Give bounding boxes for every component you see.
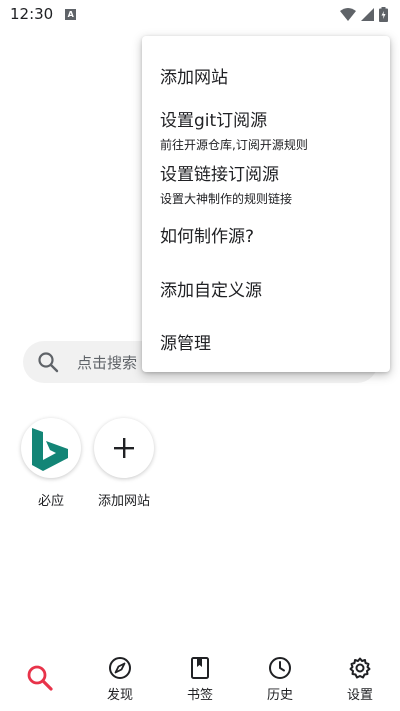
shortcut-label: 必应 (37, 494, 64, 509)
wifi-icon (340, 7, 356, 21)
menu-item-title: 设置链接订阅源 (160, 165, 279, 185)
nav-label: 历史 (266, 688, 293, 703)
menu-item-how-to-make-source[interactable]: 如何制作源? (160, 222, 380, 247)
shortcut-label: 添加网站 (97, 494, 150, 509)
a-icon: A (65, 8, 77, 20)
bookmark-icon (191, 657, 209, 679)
clock-icon (269, 657, 291, 679)
nav-label: 书签 (186, 688, 213, 703)
shortcut-add-website[interactable]: 添加网站 (93, 418, 155, 509)
menu-item-source-management[interactable]: 源管理 (160, 329, 380, 354)
popup-menu: 添加网站 设置git订阅源 前往开源仓库,订阅开源规则 设置链接订阅源 设置大神… (142, 36, 390, 372)
shortcut-circle (21, 418, 81, 478)
nav-item-history[interactable]: 历史 (240, 646, 320, 711)
status-icons (340, 6, 388, 22)
nav-label: 发现 (106, 688, 133, 703)
search-placeholder: 点击搜索 (77, 353, 138, 372)
menu-item-subtitle: 前往开源仓库,订阅开源规则 (160, 138, 308, 152)
gear-icon (349, 657, 371, 679)
nav-item-discover[interactable]: 发现 (80, 646, 160, 711)
menu-item-title: 如何制作源? (160, 227, 255, 247)
menu-item-subtitle: 设置大神制作的规则链接 (160, 192, 293, 206)
bottom-nav: 发现 书签 历史 设置 (0, 646, 400, 711)
menu-item-git-source[interactable]: 设置git订阅源 前往开源仓库,订阅开源规则 (160, 106, 380, 153)
status-time: 12:30 (10, 5, 54, 23)
menu-item-title: 添加自定义源 (160, 281, 262, 301)
nav-item-settings[interactable]: 设置 (320, 646, 400, 711)
menu-item-title: 源管理 (160, 334, 211, 354)
nav-item-search[interactable] (0, 646, 80, 711)
shortcut-bing[interactable]: 必应 (20, 418, 82, 509)
menu-item-title: 添加网站 (160, 68, 228, 88)
nav-label: 设置 (346, 688, 373, 703)
signal-icon (361, 7, 374, 21)
status-bar: 12:30 A (0, 0, 400, 28)
search-icon (27, 665, 53, 691)
battery-icon (379, 6, 388, 22)
nav-item-bookmarks[interactable]: 书签 (160, 646, 240, 711)
search-icon (38, 352, 59, 373)
bing-icon (32, 428, 68, 471)
shortcut-circle (94, 418, 154, 478)
menu-item-add-website[interactable]: 添加网站 (160, 63, 380, 88)
menu-item-link-source[interactable]: 设置链接订阅源 设置大神制作的规则链接 (160, 160, 380, 207)
menu-item-add-custom-source[interactable]: 添加自定义源 (160, 276, 380, 301)
compass-icon (109, 657, 131, 679)
menu-item-title: 设置git订阅源 (160, 111, 268, 131)
plus-icon (114, 438, 134, 458)
